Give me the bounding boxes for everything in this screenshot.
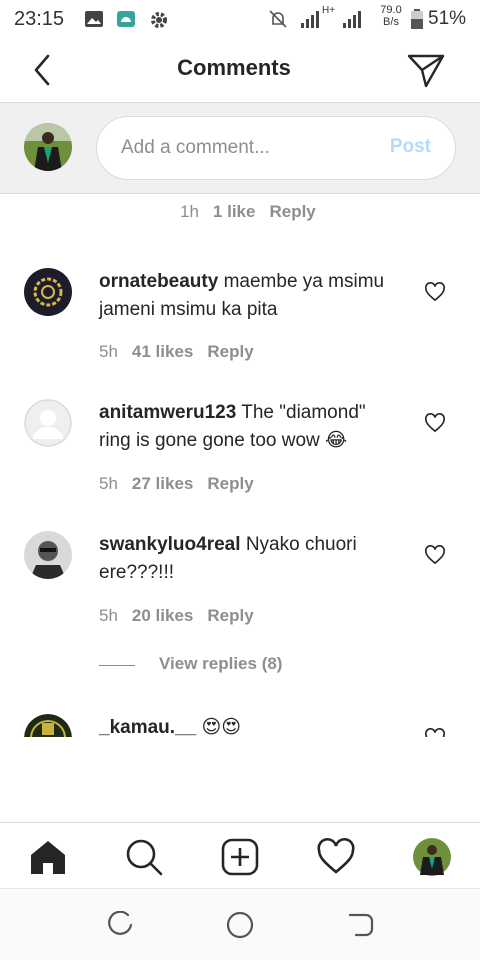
network-speed-unit: B/s [383, 16, 399, 28]
comment-time: 5h [99, 342, 118, 361]
comment-list-clip: _kamau.__ 😍😍 [0, 700, 480, 737]
user-avatar[interactable] [24, 123, 72, 171]
android-icon [117, 11, 135, 27]
avatar-photo [24, 123, 72, 171]
avatar-photo [24, 268, 72, 316]
reply-button[interactable]: Reply [207, 342, 253, 361]
avatar[interactable] [24, 268, 72, 316]
comment-meta: 5h 20 likes Reply [99, 606, 268, 626]
comment-text: 😍😍 [201, 717, 242, 737]
comment-meta: 1h 1 like Reply [180, 202, 330, 222]
divider [99, 665, 135, 666]
comment-meta: 5h 27 likes Reply [99, 474, 268, 494]
comment-body: _kamau.__ 😍😍 [99, 714, 399, 737]
reply-button[interactable]: Reply [207, 606, 253, 625]
image-icon [85, 11, 103, 27]
like-heart-icon[interactable] [424, 545, 446, 565]
comment-time: 1h [180, 202, 199, 221]
like-heart-icon[interactable] [424, 282, 446, 302]
comments-header: Comments [0, 38, 480, 102]
signal-icon [343, 11, 361, 28]
comment-likes[interactable]: 20 likes [132, 606, 193, 625]
reply-button[interactable]: Reply [269, 202, 315, 221]
comment-body: anitamweru123 The "diamond" ring is gone… [99, 399, 399, 455]
comment-username[interactable]: _kamau.__ [99, 717, 196, 737]
muted-bell-icon [269, 10, 287, 28]
comment-time: 5h [99, 606, 118, 625]
comment-likes[interactable]: 27 likes [132, 474, 193, 493]
avatar[interactable] [24, 399, 72, 447]
page-title: Comments [177, 55, 291, 80]
home-circle-icon[interactable] [226, 911, 254, 939]
status-time: 23:15 [14, 8, 65, 30]
avatar[interactable] [24, 714, 72, 737]
comment-username[interactable]: ornatebeauty [99, 271, 218, 292]
view-replies-label[interactable]: View replies (8) [159, 654, 282, 674]
comment-username[interactable]: swankyluo4real [99, 534, 241, 555]
default-avatar-icon [24, 399, 72, 447]
network-speed-value: 79.0 [380, 4, 402, 16]
view-replies-link[interactable]: View replies (8) [99, 654, 359, 676]
avatar[interactable] [24, 531, 72, 579]
post-button[interactable]: Post [390, 136, 431, 158]
comment-username[interactable]: anitamweru123 [99, 402, 236, 423]
home-icon[interactable] [28, 837, 68, 877]
comment-likes[interactable]: 1 like [213, 202, 256, 221]
avatar-photo [24, 531, 72, 579]
comment-likes[interactable]: 41 likes [132, 342, 193, 361]
status-bar: 23:15 H+ 79.0 B/s 51% [0, 0, 480, 38]
comment-body: ornatebeauty maembe ya msimu jameni msim… [99, 268, 399, 324]
like-heart-icon[interactable] [424, 728, 446, 737]
avatar-photo [24, 714, 72, 737]
network-speed: 79.0 B/s [376, 4, 406, 28]
reply-button[interactable]: Reply [207, 474, 253, 493]
comment-input[interactable] [121, 137, 371, 159]
add-post-icon[interactable] [220, 837, 260, 877]
like-heart-icon[interactable] [424, 413, 446, 433]
paper-plane-icon[interactable] [406, 50, 446, 90]
signal-icon [301, 11, 319, 28]
heart-icon[interactable] [316, 837, 356, 877]
recents-icon[interactable] [106, 911, 134, 939]
bottom-navigation [0, 822, 480, 888]
network-type: H+ [322, 5, 336, 16]
search-icon[interactable] [124, 837, 164, 877]
comment-body: swankyluo4real Nyako chuori ere???!!! [99, 531, 399, 587]
battery-percent: 51% [428, 8, 467, 29]
profile-avatar[interactable] [412, 837, 452, 877]
comment-field[interactable]: Post [96, 116, 456, 180]
comment-meta: 5h 41 likes Reply [99, 342, 268, 362]
back-icon[interactable] [346, 911, 374, 939]
comment-time: 5h [99, 474, 118, 493]
gear-icon [151, 12, 167, 28]
battery-icon [411, 9, 423, 29]
comment-composer: Post [0, 102, 480, 194]
android-navigation-bar [0, 888, 480, 960]
